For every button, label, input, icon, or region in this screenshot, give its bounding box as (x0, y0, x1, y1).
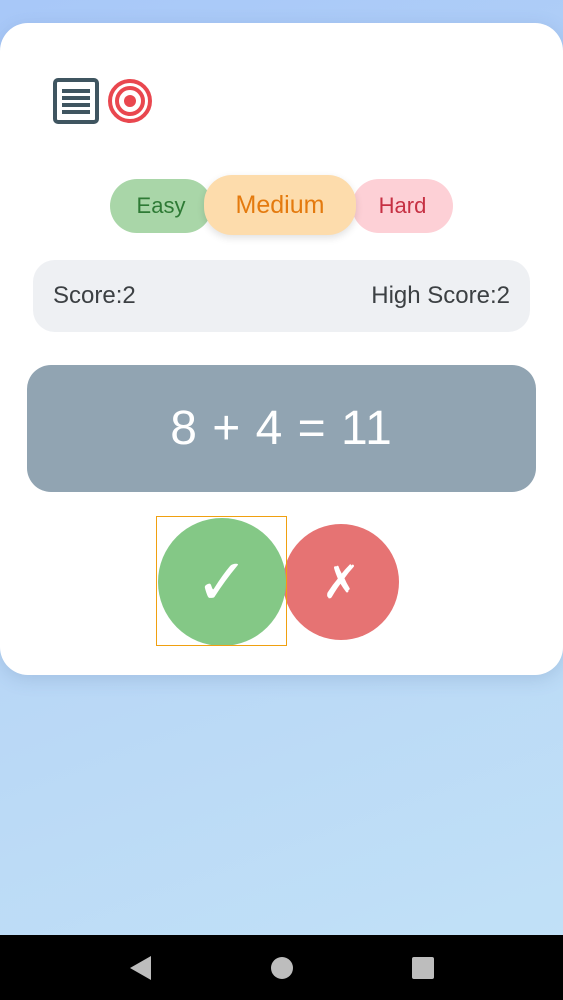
high-score-label: High Score:2 (371, 282, 510, 309)
list-icon (53, 78, 99, 124)
difficulty-hard-button[interactable]: Hard (352, 179, 453, 233)
home-button[interactable] (269, 955, 295, 981)
cross-icon: ✗ (321, 556, 361, 608)
correct-button[interactable]: ✓ (158, 518, 286, 646)
difficulty-easy-button[interactable]: Easy (110, 179, 212, 233)
menu-button[interactable] (53, 78, 99, 124)
score-bar: Score:2 High Score:2 (33, 260, 530, 332)
equation-text: 8 + 4 = 11 (170, 402, 393, 455)
score-label: Score:2 (53, 282, 136, 309)
difficulty-medium-label: Medium (235, 190, 325, 219)
back-icon (130, 956, 151, 980)
target-icon (108, 79, 152, 123)
target-button[interactable] (107, 78, 153, 124)
difficulty-easy-label: Easy (136, 193, 186, 218)
answer-buttons: ✗ ✓ (0, 515, 563, 655)
equation-panel: 8 + 4 = 11 (27, 365, 536, 492)
recents-button[interactable] (410, 955, 436, 981)
home-icon (271, 957, 293, 979)
game-card: Easy Hard Medium Score:2 High Score:2 8 … (0, 23, 563, 675)
difficulty-medium-button[interactable]: Medium (204, 175, 356, 235)
difficulty-hard-label: Hard (378, 193, 427, 218)
top-toolbar (53, 78, 153, 124)
back-button[interactable] (128, 955, 154, 981)
system-navigation-bar (0, 935, 563, 1000)
checkmark-icon: ✓ (195, 545, 249, 618)
wrong-button[interactable]: ✗ (283, 524, 399, 640)
difficulty-selector: Easy Hard Medium (0, 175, 563, 237)
recents-icon (412, 957, 434, 979)
